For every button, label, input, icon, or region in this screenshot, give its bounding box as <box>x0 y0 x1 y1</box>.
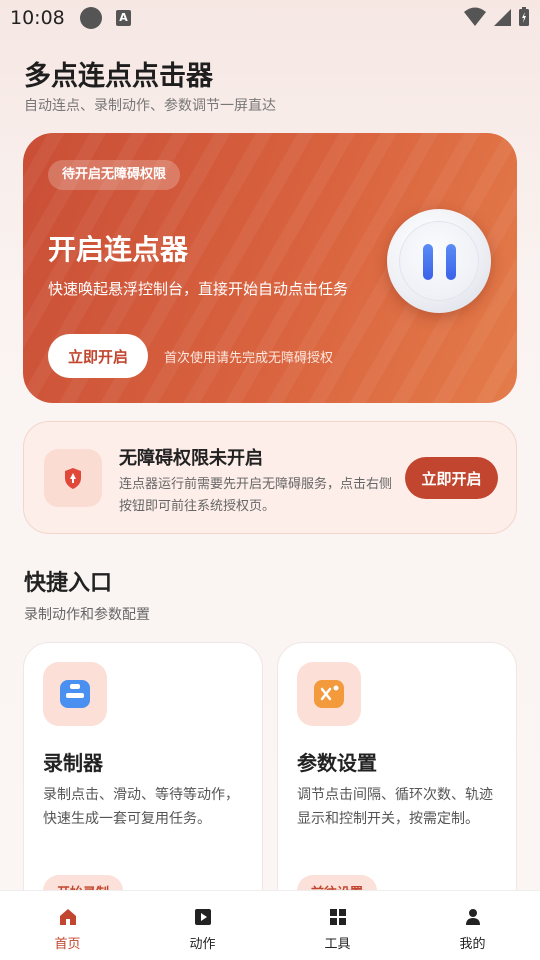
settings-title: 参数设置 <box>297 751 377 775</box>
settings-icon <box>297 662 361 726</box>
pause-icon[interactable] <box>387 209 491 313</box>
nav-item-profile[interactable]: 我的 <box>405 891 540 960</box>
permission-enable-button[interactable]: 立即开启 <box>405 457 498 499</box>
nav-label-home: 首页 <box>54 937 81 952</box>
nav-label-actions: 动作 <box>189 937 216 952</box>
permission-status-badge: 待开启无障碍权限 <box>48 160 181 190</box>
home-icon <box>59 909 76 925</box>
play-icon <box>194 909 211 925</box>
hero-note: 首次使用请先完成无障碍授权 <box>164 351 334 366</box>
grid-icon <box>329 909 346 925</box>
nav-label-profile: 我的 <box>459 937 486 952</box>
recorder-description: 录制点击、滑动、等待等动作，快速生成一套可复用任务。 <box>43 787 239 827</box>
section-title: 快捷入口 <box>24 571 113 596</box>
nav-item-tools[interactable]: 工具 <box>270 891 405 960</box>
permission-description: 连点器运行前需要先开启无障碍服务，点击右侧按钮即可前往系统授权页。 <box>119 477 393 514</box>
notification-dot-icon <box>80 7 102 29</box>
settings-description: 调节点击间隔、循环次数、轨迹显示和控制开关，按需定制。 <box>297 787 493 827</box>
pause-bar-left <box>423 244 433 280</box>
pause-bar-right <box>446 244 456 280</box>
recorder-title: 录制器 <box>43 751 103 775</box>
hero-title: 开启连点器 <box>48 233 189 266</box>
battery-icon <box>519 7 529 26</box>
font-a-icon: A <box>116 10 131 26</box>
accessibility-permission-card: 无障碍权限未开启 连点器运行前需要先开启无障碍服务，点击右侧按钮即可前往系统授权… <box>23 421 517 534</box>
nav-item-home[interactable]: 首页 <box>0 891 135 960</box>
section-subtitle: 录制动作和参数配置 <box>24 607 150 623</box>
bottom-nav: 首页 动作 工具 我的 <box>0 890 540 960</box>
pause-icon-inner <box>399 221 479 301</box>
page-title: 多点连点点击器 <box>24 61 213 92</box>
hero-enable-button[interactable]: 立即开启 <box>48 334 148 378</box>
signal-icon <box>494 9 511 26</box>
hero-card: 待开启无障碍权限 开启连点器 快速唤起悬浮控制台，直接开始自动点击任务 立即开启… <box>23 133 517 403</box>
status-time: 10:08 <box>10 7 65 29</box>
status-bar: 10:08 A <box>0 0 540 36</box>
nav-item-actions[interactable]: 动作 <box>135 891 270 960</box>
recorder-icon <box>43 662 107 726</box>
user-icon <box>465 909 480 925</box>
permission-title: 无障碍权限未开启 <box>119 448 263 469</box>
nav-label-tools: 工具 <box>324 937 351 952</box>
hero-description: 快速唤起悬浮控制台，直接开始自动点击任务 <box>48 280 349 298</box>
page-subtitle: 自动连点、录制动作、参数调节一屏直达 <box>24 98 276 114</box>
wifi-icon <box>464 7 486 26</box>
status-icons <box>464 7 530 27</box>
shield-icon <box>44 449 102 507</box>
